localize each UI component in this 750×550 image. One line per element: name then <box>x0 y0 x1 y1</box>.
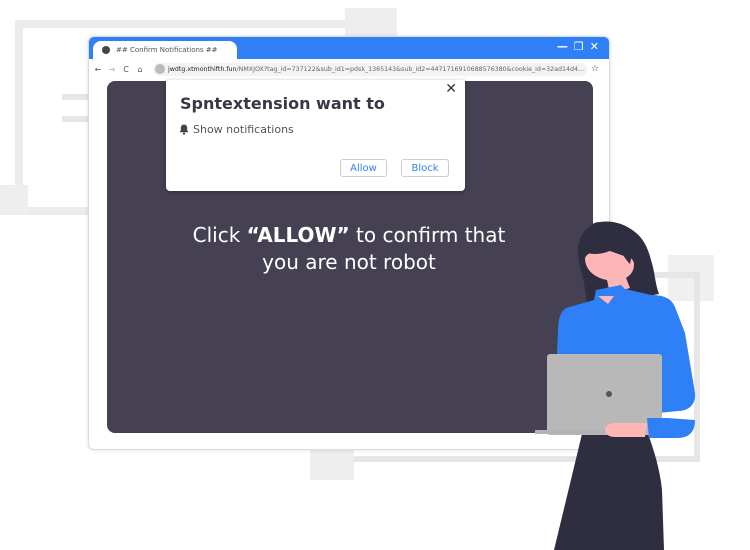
laptop-logo <box>606 391 612 397</box>
laptop <box>547 354 662 435</box>
pants <box>554 434 664 550</box>
sleeve <box>647 418 695 438</box>
hand <box>605 423 647 437</box>
woman-with-laptop-illustration <box>535 221 696 550</box>
laptop-base <box>535 430 605 434</box>
